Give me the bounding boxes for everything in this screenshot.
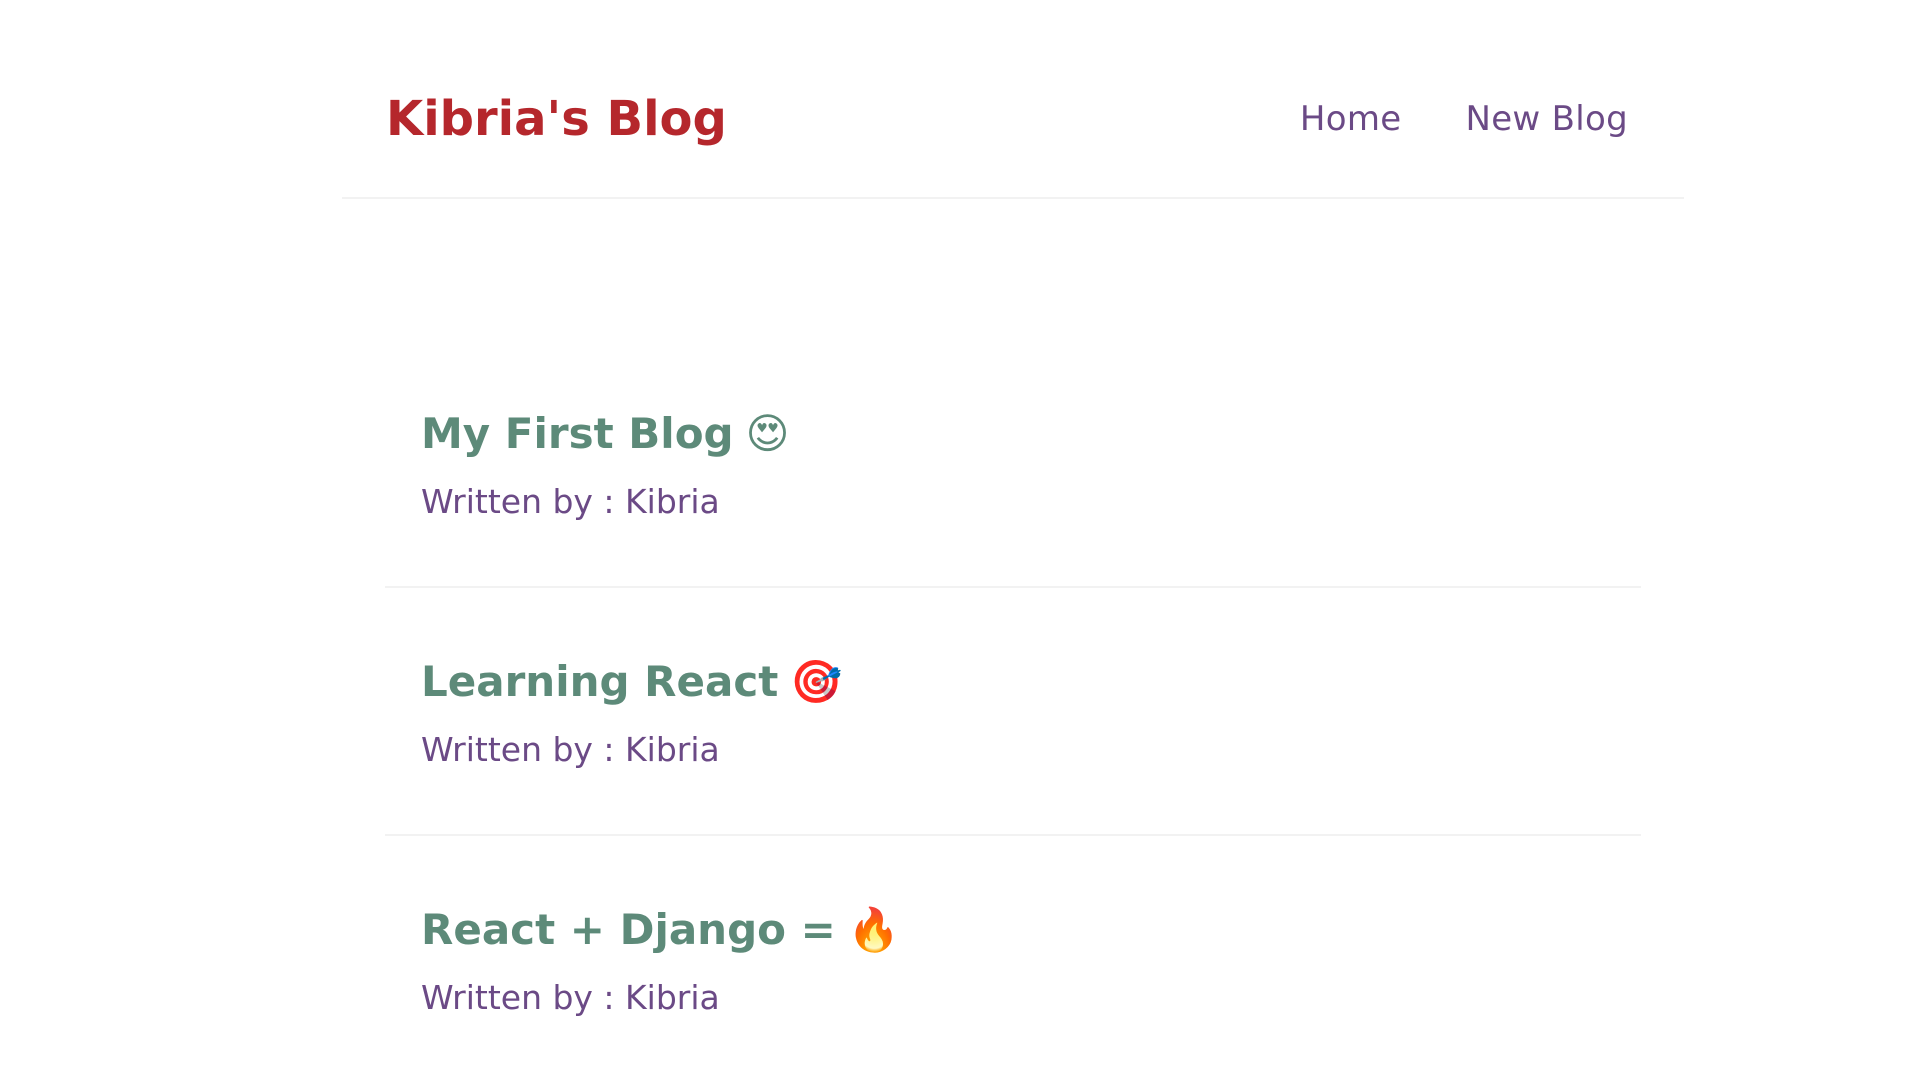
site-title[interactable]: Kibria's Blog bbox=[386, 88, 727, 150]
blog-title-text: Learning React bbox=[421, 657, 779, 706]
blog-title[interactable]: Learning React 🎯 bbox=[421, 654, 843, 710]
blog-title-text: React + Django = bbox=[421, 905, 836, 954]
blog-title[interactable]: React + Django = 🔥 bbox=[421, 902, 900, 958]
nav-links: Home New Blog bbox=[1300, 96, 1628, 142]
blog-author: Written by : Kibria bbox=[421, 730, 720, 769]
blog-title[interactable]: My First Blog 😍 bbox=[421, 406, 789, 462]
blog-preview[interactable]: My First Blog 😍 Written by : Kibria bbox=[385, 340, 1641, 588]
fire-emoji-icon: 🔥 bbox=[847, 905, 901, 954]
blog-title-text: My First Blog bbox=[421, 409, 734, 458]
navbar: Kibria's Blog Home New Blog bbox=[342, 0, 1684, 199]
blog-author: Written by : Kibria bbox=[421, 482, 720, 521]
page: Kibria's Blog Home New Blog My First Blo… bbox=[0, 0, 1920, 1080]
blog-preview[interactable]: Learning React 🎯 Written by : Kibria bbox=[385, 588, 1641, 836]
blog-list: My First Blog 😍 Written by : Kibria Learn… bbox=[385, 340, 1641, 1080]
target-emoji-icon: 🎯 bbox=[790, 657, 843, 706]
nav-link-new-blog[interactable]: New Blog bbox=[1465, 96, 1628, 142]
heart-eyes-emoji-icon: 😍 bbox=[745, 409, 790, 458]
blog-author: Written by : Kibria bbox=[421, 978, 720, 1017]
nav-link-home[interactable]: Home bbox=[1300, 96, 1402, 142]
blog-preview[interactable]: React + Django = 🔥 Written by : Kibria bbox=[385, 836, 1641, 1080]
